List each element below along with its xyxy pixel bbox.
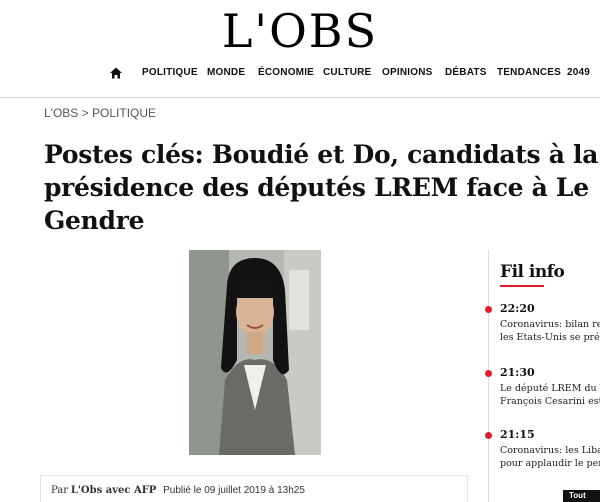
news-text[interactable]: Coronavirus: bilan rec les Etats-Unis se…	[500, 318, 600, 344]
article-photo	[189, 250, 321, 455]
nav-item-politique[interactable]: POLITIQUE	[142, 67, 198, 78]
news-time: 22:20	[500, 302, 535, 315]
main-nav: POLITIQUE MONDE ÉCONOMIE CULTURE OPINION…	[0, 64, 600, 84]
nav-item-debats[interactable]: DÉBATS	[445, 67, 487, 78]
news-item[interactable]: 21:15 Coronavirus: les Liban pour applau…	[485, 428, 600, 478]
news-dot	[485, 306, 492, 313]
news-item[interactable]: 21:30 Le député LREM du Va François Cesa…	[485, 366, 600, 416]
news-text[interactable]: Coronavirus: les Liban pour applaudir le…	[500, 444, 600, 470]
news-text-line2: les Etats-Unis se prépa	[500, 332, 600, 343]
byline-prefix: Par	[51, 485, 69, 496]
see-all-button[interactable]: Tout	[563, 490, 600, 502]
breadcrumb-section[interactable]: POLITIQUE	[92, 106, 156, 120]
site-logo[interactable]: L'OBS	[0, 4, 600, 58]
nav-item-opinions[interactable]: OPINIONS	[382, 67, 433, 78]
byline-author[interactable]: L'Obs avec AFP	[71, 485, 157, 496]
home-icon[interactable]	[109, 66, 123, 80]
news-dot	[485, 432, 492, 439]
news-text-line2: pour applaudir le person	[500, 458, 600, 469]
fil-info-underline	[500, 285, 544, 287]
nav-item-monde[interactable]: MONDE	[207, 67, 245, 78]
breadcrumb: L'OBS > POLITIQUE	[44, 106, 156, 120]
news-dot	[485, 370, 492, 377]
nav-item-2049[interactable]: 2049	[567, 67, 590, 78]
nav-item-tendances[interactable]: TENDANCES	[497, 67, 561, 78]
news-item[interactable]: 22:20 Coronavirus: bilan rec les Etats-U…	[485, 302, 600, 352]
nav-item-economie[interactable]: ÉCONOMIE	[258, 67, 314, 78]
article-title: Postes clés: Boudié et Do, candidats à l…	[44, 140, 599, 235]
news-text-line1: Coronavirus: bilan rec	[500, 319, 600, 330]
article-byline: Par L'Obs avec AFP Publié le 09 juillet …	[40, 475, 468, 502]
breadcrumb-root[interactable]: L'OBS	[44, 106, 78, 120]
news-text-line2: François Cesarini est d	[500, 396, 600, 407]
breadcrumb-separator: >	[81, 106, 89, 120]
fil-info-title[interactable]: Fil info	[500, 262, 565, 282]
news-text-line1: Coronavirus: les Liban	[500, 445, 600, 456]
header-divider	[0, 97, 600, 98]
nav-item-culture[interactable]: CULTURE	[323, 67, 371, 78]
news-text-line1: Le député LREM du Va	[500, 383, 600, 394]
news-time: 21:30	[500, 366, 535, 379]
publish-date: Publié le 09 juillet 2019 à 13h25	[163, 485, 305, 496]
news-text[interactable]: Le député LREM du Va François Cesarini e…	[500, 382, 600, 408]
news-time: 21:15	[500, 428, 535, 441]
